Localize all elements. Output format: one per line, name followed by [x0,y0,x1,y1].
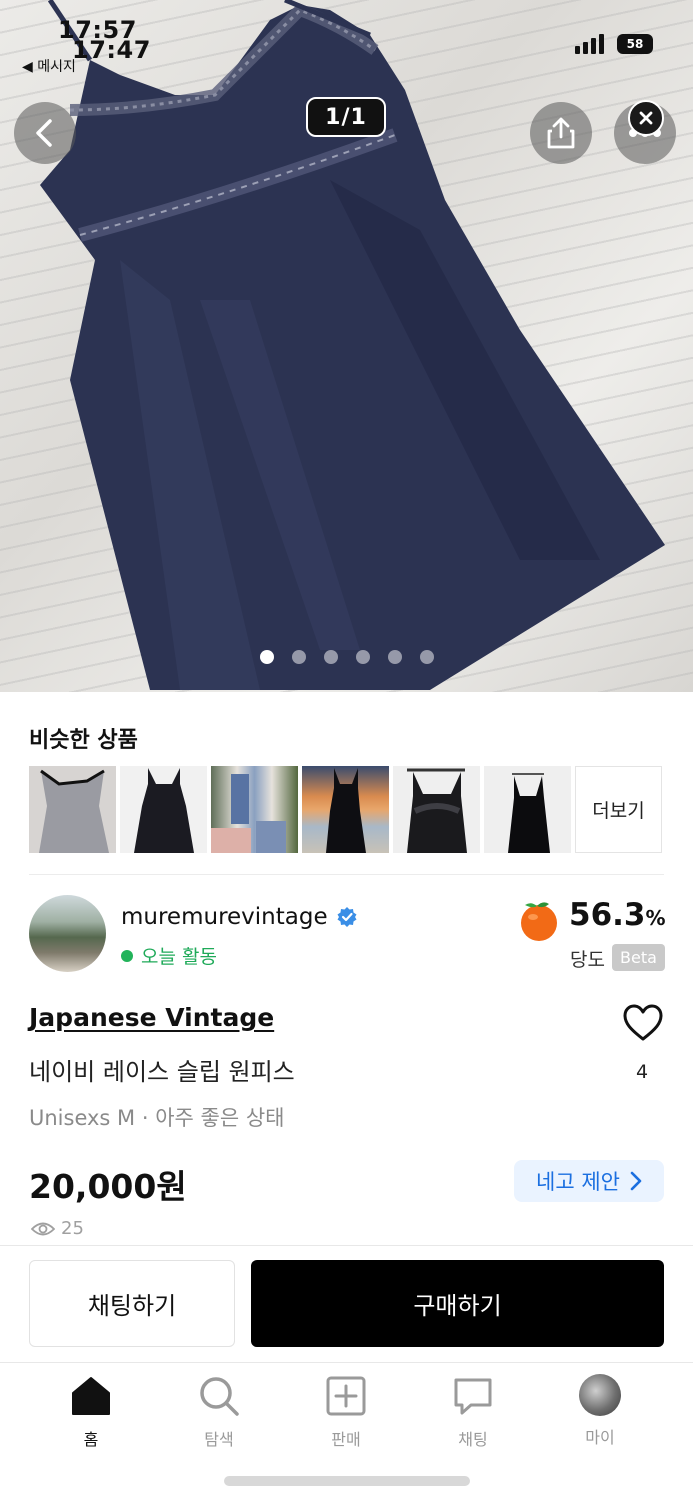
seller-name[interactable]: muremurevintage [121,904,328,930]
score-unit: % [645,906,666,930]
signal-bar-icon [583,42,588,54]
tab-search[interactable]: 탐색 [169,1374,269,1450]
like-count: 4 [636,1061,649,1083]
plus-square-icon [326,1376,366,1416]
gallery-pagination [0,650,693,664]
chat-button[interactable]: 채팅하기 [29,1260,235,1347]
chat-icon [454,1378,492,1415]
tab-my[interactable]: 마이 [550,1374,650,1448]
pagination-dot[interactable] [387,650,402,664]
tab-label-chat: 채팅 [458,1430,488,1449]
seller-avatar[interactable] [29,895,106,972]
persimmon-icon [521,902,557,941]
tab-chat[interactable]: 채팅 [423,1374,523,1450]
close-icon[interactable] [628,100,664,136]
see-more-button[interactable]: 더보기 [575,766,662,853]
pagination-dot[interactable] [355,650,370,664]
pagination-dot[interactable] [419,650,434,664]
verified-badge-icon [337,907,357,927]
tab-home[interactable]: 홈 [41,1374,141,1450]
view-count: 25 [31,1218,84,1239]
tab-label-home: 홈 [83,1430,99,1449]
beta-badge: Beta [612,944,665,971]
search-icon [200,1377,239,1416]
seller-info[interactable]: muremurevintage [121,904,358,930]
status-indicators: 58 [575,34,653,54]
pagination-dot[interactable] [291,650,306,664]
chevron-right-icon [630,1171,642,1191]
product-photo[interactable]: 17:57 17:47 ◀ 메시지 58 1/1 [0,0,693,692]
price: 20,000원 [29,1167,187,1206]
tab-label-sell: 판매 [331,1430,361,1449]
similar-item-black-dress-beach[interactable] [302,766,389,853]
similar-item-grey-lace-slip[interactable] [29,766,116,853]
back-button[interactable] [14,102,76,164]
status-back-to-app[interactable]: ◀ 메시지 [22,56,76,76]
buy-button[interactable]: 구매하기 [251,1260,664,1347]
tab-label-my: 마이 [585,1428,615,1447]
signal-bar-icon [599,34,604,54]
view-count-value: 25 [61,1218,84,1239]
chevron-left-icon [36,119,52,147]
share-button[interactable] [530,102,592,164]
similar-products-title: 비슷한 상품 [29,728,138,753]
brand-link[interactable]: Japanese Vintage [29,1003,274,1032]
divider [29,874,664,875]
online-dot-icon [121,949,133,962]
battery-icon: 58 [617,34,653,54]
sweetness-label: 당도 [570,949,605,971]
heart-icon[interactable] [622,1003,664,1043]
signal-bar-icon [591,38,596,54]
share-icon [547,117,575,149]
similar-item-black-lace-top[interactable] [393,766,480,853]
tab-sell[interactable]: 판매 [296,1374,396,1450]
seller-activity-status: 오늘 활동 [121,942,217,969]
similar-item-black-slip-dress[interactable] [120,766,207,853]
product-name: 네이비 레이스 슬립 원피스 [29,1058,295,1086]
score-value: 56.3 [569,897,646,933]
pagination-dot[interactable] [259,650,274,664]
sweetness-score: 56.3% [569,897,666,933]
product-size-condition: Unisexs M · 아주 좋은 상태 [29,1106,285,1130]
similar-item-black-cami-dress[interactable] [484,766,571,853]
home-indicator[interactable] [224,1476,470,1486]
make-offer-label: 네고 제안 [536,1170,620,1194]
pagination-dot[interactable] [323,650,338,664]
similar-item-blue-outfits[interactable] [211,766,298,853]
tab-label-search: 탐색 [204,1430,234,1449]
similar-products-row: 더보기 [29,766,662,853]
make-offer-button[interactable]: 네고 제안 [514,1160,664,1202]
home-icon [72,1377,110,1415]
status-time-overlay: 17:47 [72,36,151,64]
image-counter: 1/1 [306,97,386,137]
signal-bar-icon [575,46,580,54]
activity-label: 오늘 활동 [141,946,217,968]
purchase-action-bar: 채팅하기 구매하기 [0,1245,693,1363]
eye-icon [31,1222,55,1235]
profile-avatar-icon [579,1374,621,1416]
